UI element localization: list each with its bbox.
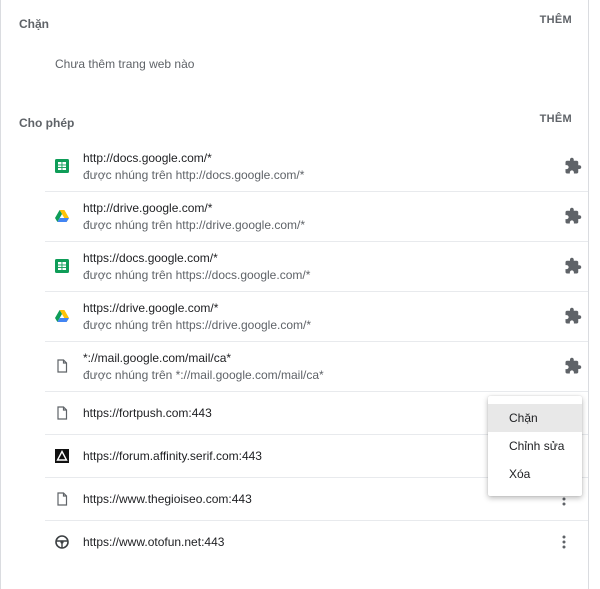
site-url: https://docs.google.com/*	[83, 251, 218, 265]
extension-puzzle-icon	[565, 157, 582, 174]
embedded-on-text: được nhúng trên https://docs.google.com/…	[83, 268, 311, 282]
page-icon	[57, 492, 68, 506]
block-section-title: Chặn	[19, 17, 49, 31]
site-url: https://fortpush.com:443	[83, 406, 212, 420]
site-url: *://mail.google.com/mail/ca*	[83, 351, 232, 365]
more-vert-icon[interactable]	[556, 534, 572, 550]
extension-puzzle-icon	[565, 307, 582, 324]
page-icon	[57, 406, 68, 420]
site-url: https://www.otofun.net:443	[83, 535, 225, 549]
site-url: https://www.thegioiseo.com:443	[83, 492, 252, 506]
site-url: https://forum.affinity.serif.com:443	[83, 449, 262, 463]
google-drive-icon	[55, 310, 69, 322]
allow-list-item: *://mail.google.com/mail/ca* được nhúng …	[45, 342, 588, 392]
content-settings-card: Chặn THÊM Chưa thêm trang web nào Cho ph…	[0, 0, 589, 589]
extension-puzzle-icon	[565, 207, 582, 224]
embedded-on-text: được nhúng trên http://docs.google.com/*	[83, 168, 305, 182]
allow-list-item: http://drive.google.com/* được nhúng trê…	[45, 192, 588, 242]
embedded-on-text: được nhúng trên https://drive.google.com…	[83, 318, 312, 332]
embedded-on-text: được nhúng trên http://drive.google.com/…	[83, 218, 306, 232]
block-empty-text: Chưa thêm trang web nào	[55, 57, 195, 71]
block-add-button[interactable]: THÊM	[540, 14, 572, 26]
menu-item-delete[interactable]: Xóa	[488, 460, 582, 488]
allow-list-item: https://www.otofun.net:443	[45, 521, 588, 564]
extension-puzzle-icon	[565, 257, 582, 274]
google-drive-icon	[55, 210, 69, 222]
menu-item-edit[interactable]: Chỉnh sửa	[488, 432, 582, 460]
embedded-on-text: được nhúng trên *://mail.google.com/mail…	[83, 368, 324, 382]
context-menu: Chặn Chỉnh sửa Xóa	[488, 396, 582, 496]
google-sheets-icon	[55, 159, 69, 173]
steering-wheel-icon	[55, 535, 69, 549]
site-url: https://drive.google.com/*	[83, 301, 219, 315]
google-sheets-icon	[55, 259, 69, 273]
affinity-icon	[55, 449, 69, 463]
site-url: http://drive.google.com/*	[83, 201, 213, 215]
page-icon	[57, 359, 68, 373]
allow-add-button[interactable]: THÊM	[540, 113, 572, 125]
allow-list-item: https://docs.google.com/* được nhúng trê…	[45, 242, 588, 292]
allow-list-item: https://drive.google.com/* được nhúng tr…	[45, 292, 588, 342]
extension-puzzle-icon	[565, 357, 582, 374]
allow-list-item: http://docs.google.com/* được nhúng trên…	[45, 142, 588, 192]
site-url: http://docs.google.com/*	[83, 151, 212, 165]
allow-section-title: Cho phép	[19, 116, 75, 130]
menu-item-block[interactable]: Chặn	[488, 404, 582, 432]
